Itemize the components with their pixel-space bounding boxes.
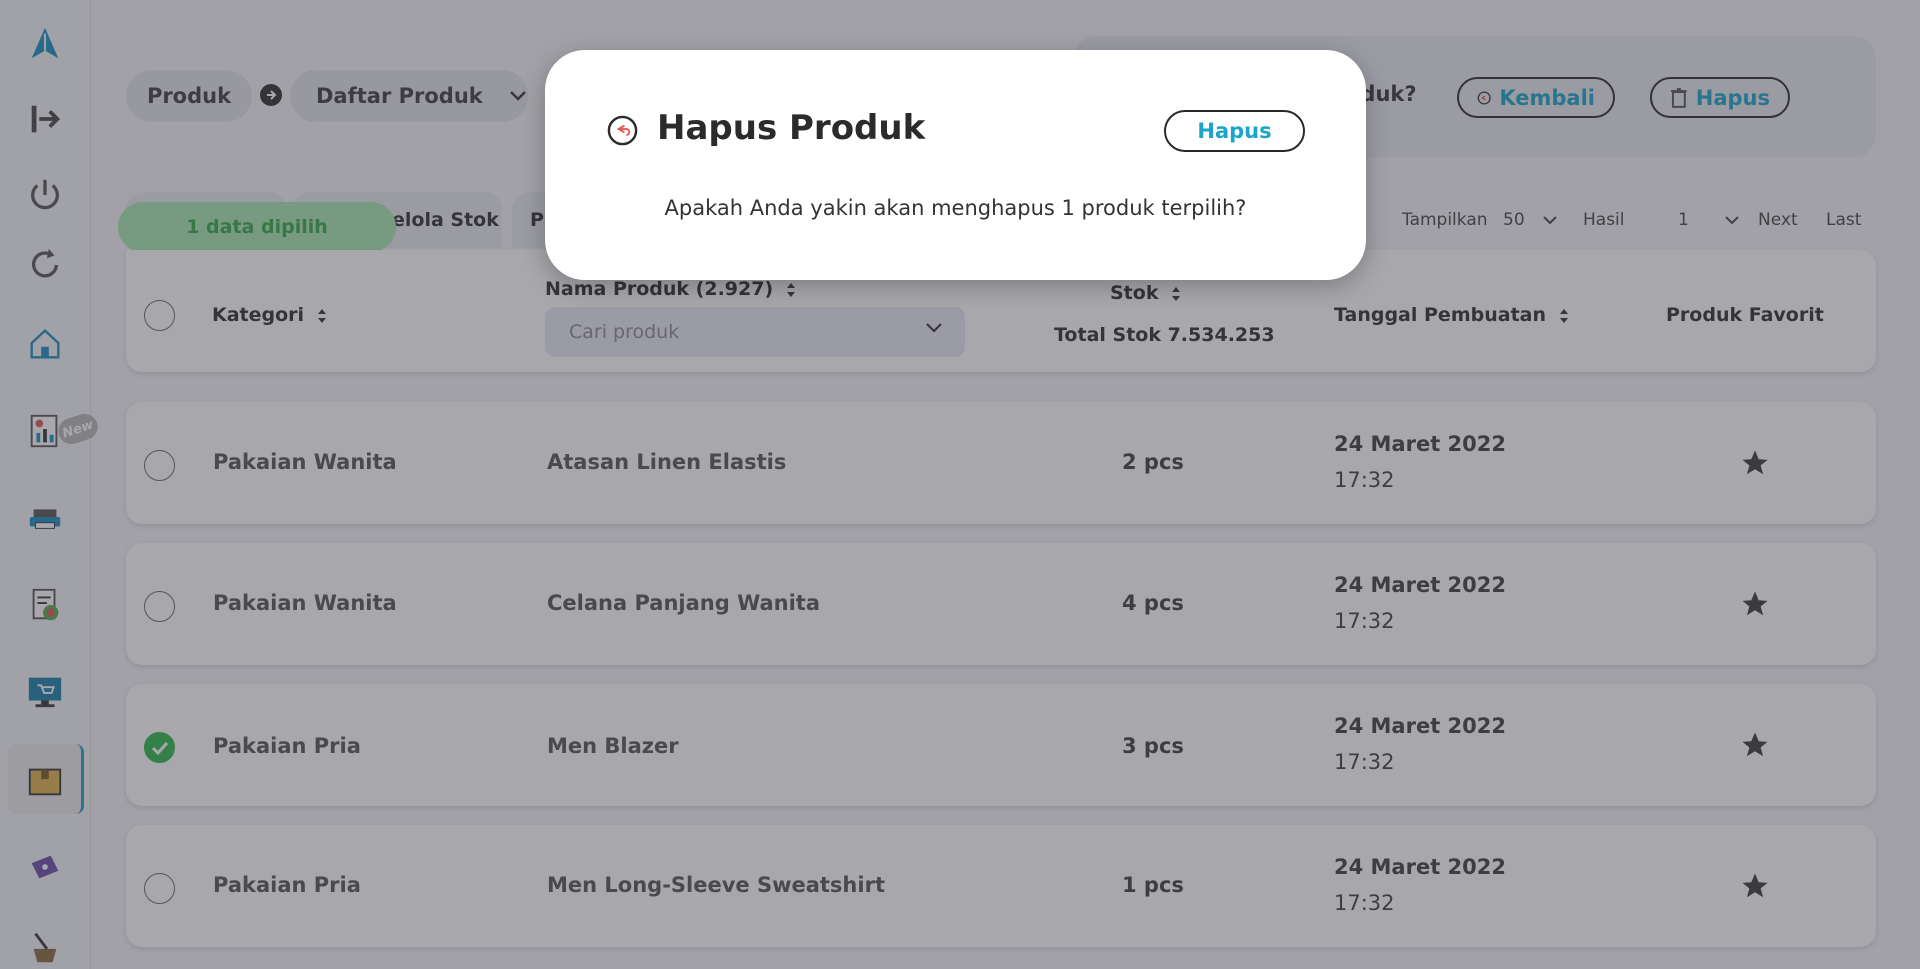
modal-hapus-button[interactable]: Hapus <box>1164 110 1305 152</box>
delete-product-modal: Hapus Produk Hapus Apakah Anda yakin aka… <box>545 50 1366 280</box>
modal-hapus-label: Hapus <box>1197 119 1272 143</box>
modal-title: Hapus Produk <box>657 108 926 148</box>
back-circle-icon[interactable] <box>606 114 639 147</box>
modal-message: Apakah Anda yakin akan menghapus 1 produ… <box>664 196 1247 220</box>
